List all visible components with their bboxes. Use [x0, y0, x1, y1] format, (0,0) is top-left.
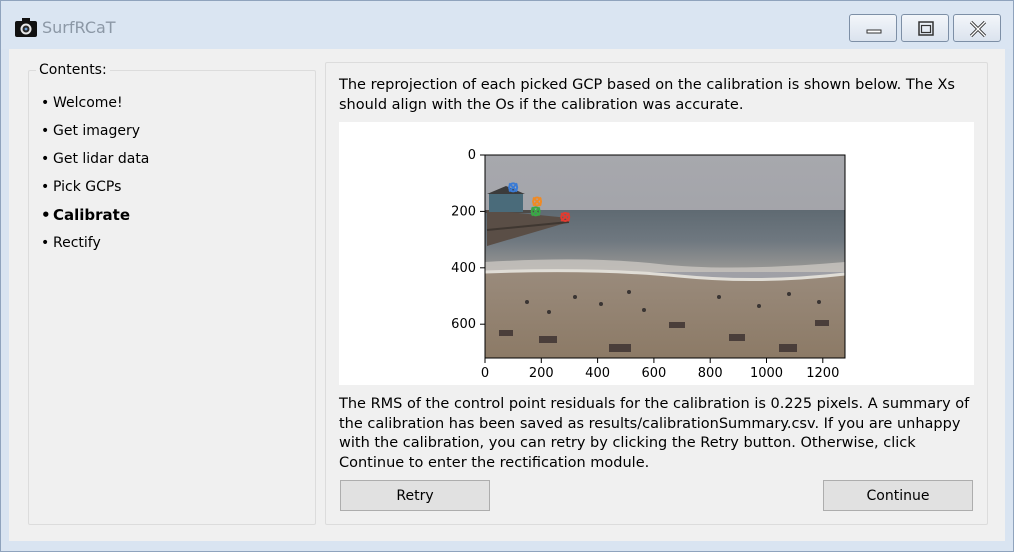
- x-tick-label: 0: [481, 366, 489, 381]
- sidebar-item-calibrate: • Calibrate: [41, 205, 149, 233]
- sidebar-item-get-lidar-data: • Get lidar data: [41, 149, 149, 177]
- contents-list: • Welcome! • Get imagery • Get lidar data •…: [41, 93, 149, 261]
- y-tick-label: 200: [451, 204, 476, 219]
- minimize-button[interactable]: [849, 14, 897, 42]
- reprojection-plot: 0 200 400 600 0 200 400 600 800 1000 120…: [451, 148, 846, 381]
- sidebar-item-rectify: • Rectify: [41, 233, 149, 261]
- sidebar-item-pick-gcps: • Pick GCPs: [41, 177, 149, 205]
- sidebar-item-label: Rectify: [53, 235, 101, 251]
- x-tick-label: 400: [585, 366, 610, 381]
- camera-icon: [15, 18, 37, 37]
- client-area: Contents: • Welcome! • Get imagery • Get li…: [9, 49, 1005, 541]
- reprojection-figure: 0 200 400 600 0 200 400 600 800 1000 120…: [339, 122, 974, 385]
- close-button[interactable]: [953, 14, 1001, 42]
- maximize-button[interactable]: [901, 14, 949, 42]
- close-icon: [969, 20, 987, 38]
- sidebar-item-label: Calibrate: [53, 206, 131, 224]
- bullet: •: [41, 235, 50, 251]
- x-tick-label: 1000: [750, 366, 783, 381]
- maximize-icon: [918, 21, 934, 36]
- x-tick-label: 1200: [806, 366, 839, 381]
- y-tick-label: 0: [468, 148, 476, 163]
- x-tick-label: 600: [641, 366, 666, 381]
- sidebar-item-label: Get lidar data: [53, 151, 150, 167]
- x-tick-label: 800: [698, 366, 723, 381]
- sidebar-item-label: Welcome!: [53, 95, 123, 111]
- intro-text: The reprojection of each picked GCP base…: [339, 77, 955, 113]
- beach-photo: [484, 155, 846, 358]
- bullet: •: [41, 95, 50, 111]
- sidebar-item-welcome: • Welcome!: [41, 93, 149, 121]
- y-tick-label: 600: [451, 317, 476, 332]
- bullet: •: [41, 206, 51, 224]
- sidebar-item-label: Pick GCPs: [53, 179, 122, 195]
- minimize-icon: [866, 29, 882, 34]
- x-axis: 0 200 400 600 800 1000 1200: [481, 358, 839, 381]
- sidebar-item-get-imagery: • Get imagery: [41, 121, 149, 149]
- title-bar: SurfRCaT: [1, 1, 1013, 49]
- y-tick-label: 400: [451, 261, 476, 276]
- retry-button[interactable]: Retry: [340, 480, 490, 511]
- bullet: •: [41, 151, 50, 167]
- window-title: SurfRCaT: [42, 18, 116, 37]
- x-tick-label: 200: [529, 366, 554, 381]
- contents-title: Contents:: [36, 62, 110, 78]
- summary-text: The RMS of the control point residuals f…: [339, 396, 970, 471]
- app-window: SurfRCaT Contents: • Welcome! • Get imager…: [0, 0, 1014, 552]
- bullet: •: [41, 123, 50, 139]
- y-axis: 0 200 400 600: [451, 148, 485, 332]
- sidebar-item-label: Get imagery: [53, 123, 141, 139]
- continue-button[interactable]: Continue: [823, 480, 973, 511]
- bullet: •: [41, 179, 50, 195]
